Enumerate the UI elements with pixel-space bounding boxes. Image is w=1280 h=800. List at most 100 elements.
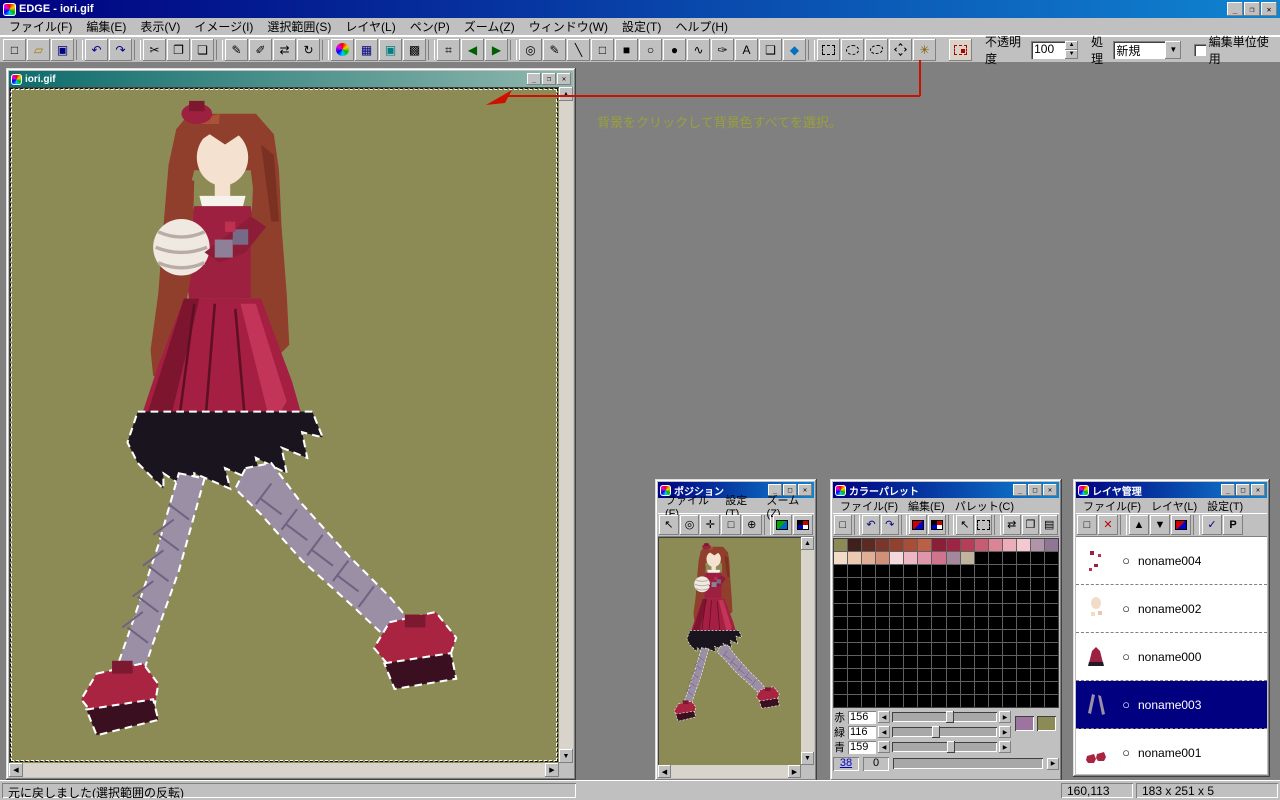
paste-button[interactable]: ❏ xyxy=(191,39,214,61)
select-rect-tool-button[interactable] xyxy=(817,39,840,61)
palette-cell[interactable] xyxy=(989,604,1002,616)
palette-cell[interactable] xyxy=(904,591,917,603)
undo-button[interactable]: ↶ xyxy=(85,39,108,61)
palette-cell[interactable] xyxy=(862,695,875,707)
palette-cell[interactable] xyxy=(918,552,931,564)
palette-cell[interactable] xyxy=(834,591,847,603)
palette-cell[interactable] xyxy=(848,617,861,629)
palette-cell[interactable] xyxy=(961,656,974,668)
palette-cell[interactable] xyxy=(989,630,1002,642)
palette-cell[interactable] xyxy=(904,669,917,681)
palette-cell[interactable] xyxy=(890,682,903,694)
zoom-tool-button[interactable]: ◎ xyxy=(519,39,542,61)
palette-cell[interactable] xyxy=(876,604,889,616)
layer-radio[interactable]: ○ xyxy=(1118,745,1134,760)
menu-item-2[interactable]: パレット(C) xyxy=(950,498,1019,514)
layer-minimize-button[interactable]: _ xyxy=(1221,484,1235,496)
dropper-tool-button[interactable]: ✑ xyxy=(711,39,734,61)
background-color-swatch[interactable] xyxy=(1037,716,1056,731)
rotate-button[interactable]: ↻ xyxy=(297,39,320,61)
palette-cell[interactable] xyxy=(834,539,847,551)
position-vertical-scrollbar[interactable]: ▲ ▼ xyxy=(801,537,814,765)
palette-cell[interactable] xyxy=(834,643,847,655)
palette-cell[interactable] xyxy=(1031,656,1044,668)
restore-button[interactable]: ❐ xyxy=(1244,2,1260,16)
palette-cell[interactable] xyxy=(1003,695,1016,707)
canvas-horizontal-scrollbar[interactable]: ◀ ▶ xyxy=(9,763,559,777)
palette-cell[interactable] xyxy=(834,669,847,681)
canvas-restore-button[interactable]: ❐ xyxy=(542,73,556,85)
palette-cell[interactable] xyxy=(932,682,945,694)
palette-cell[interactable] xyxy=(975,578,988,590)
palette-cell[interactable] xyxy=(932,630,945,642)
text-tool-button[interactable]: A xyxy=(735,39,758,61)
palette-cell[interactable] xyxy=(1017,695,1030,707)
palette-cell[interactable] xyxy=(961,630,974,642)
open-file-button[interactable]: ▱ xyxy=(27,39,50,61)
palette-cell[interactable] xyxy=(848,630,861,642)
palette-cell[interactable] xyxy=(1045,578,1058,590)
palette-cell[interactable] xyxy=(989,695,1002,707)
palette-cell[interactable] xyxy=(848,539,861,551)
layer-radio[interactable]: ○ xyxy=(1118,649,1134,664)
menu-item-3[interactable]: イメージ(I) xyxy=(187,17,260,36)
palette-cell[interactable] xyxy=(1003,617,1016,629)
new-file-button[interactable]: □ xyxy=(3,39,26,61)
position-preview[interactable] xyxy=(658,537,801,765)
palette-cell[interactable] xyxy=(1017,539,1030,551)
palette-cell[interactable] xyxy=(1045,565,1058,577)
palette-index-next-button[interactable]: ▶ xyxy=(1047,758,1059,770)
rgb-decrease-button[interactable]: ◀ xyxy=(878,711,890,723)
palette-cell[interactable] xyxy=(975,604,988,616)
layer-radio[interactable]: ○ xyxy=(1118,553,1134,568)
select-lasso-tool-button[interactable] xyxy=(865,39,888,61)
palette-cell[interactable] xyxy=(918,539,931,551)
scroll-left-button[interactable]: ◀ xyxy=(9,763,23,777)
line-tool-button[interactable]: ╲ xyxy=(567,39,590,61)
palette-copy-button[interactable]: ❐ xyxy=(1022,515,1040,535)
palette-cell[interactable] xyxy=(890,578,903,590)
palette-cell[interactable] xyxy=(918,617,931,629)
palette-cell[interactable] xyxy=(890,552,903,564)
layer-radio[interactable]: ○ xyxy=(1118,601,1134,616)
layer-new-button[interactable]: □ xyxy=(1077,515,1097,535)
layer-window-titlebar[interactable]: レイヤ管理 _ □ ✕ xyxy=(1076,482,1267,498)
palette-cell[interactable] xyxy=(1045,656,1058,668)
palette-cell[interactable] xyxy=(1017,617,1030,629)
palette-cell[interactable] xyxy=(932,539,945,551)
palette-cell[interactable] xyxy=(862,539,875,551)
palette-cell[interactable] xyxy=(834,565,847,577)
palette-cell[interactable] xyxy=(1017,656,1030,668)
palette-index-value[interactable]: 38 xyxy=(833,757,859,771)
menu-item-10[interactable]: ヘルプ(H) xyxy=(668,17,735,36)
menu-item-1[interactable]: レイヤ(L) xyxy=(1146,498,1202,514)
layer-merge-button[interactable] xyxy=(1171,515,1191,535)
page-next-button[interactable]: ▶ xyxy=(485,39,508,61)
palette-cell[interactable] xyxy=(876,669,889,681)
palette-cell[interactable] xyxy=(1003,591,1016,603)
palette-cell[interactable] xyxy=(947,591,960,603)
palette-cell[interactable] xyxy=(1045,617,1058,629)
palette-cell[interactable] xyxy=(1017,643,1030,655)
palette-cell[interactable] xyxy=(1003,552,1016,564)
menu-item-1[interactable]: 編集(E) xyxy=(903,498,950,514)
palette-cell[interactable] xyxy=(862,552,875,564)
palette-cell[interactable] xyxy=(989,578,1002,590)
palette-cell[interactable] xyxy=(1045,669,1058,681)
layer-protect-button[interactable]: P xyxy=(1223,515,1243,535)
palette-cell[interactable] xyxy=(947,669,960,681)
position-horizontal-scrollbar[interactable]: ◀ ▶ xyxy=(658,765,801,778)
layer-radio[interactable]: ○ xyxy=(1118,697,1134,712)
palette-undo-button[interactable]: ↶ xyxy=(862,515,880,535)
palette-cell[interactable] xyxy=(1031,617,1044,629)
palette-cell[interactable] xyxy=(890,565,903,577)
palette-cell[interactable] xyxy=(848,656,861,668)
palette-maximize-button[interactable]: □ xyxy=(1028,484,1042,496)
palette-cell[interactable] xyxy=(834,682,847,694)
layer-up-button[interactable]: ▲ xyxy=(1129,515,1149,535)
palette-cell[interactable] xyxy=(862,643,875,655)
palette-cell[interactable] xyxy=(1003,669,1016,681)
palette-cell[interactable] xyxy=(1017,604,1030,616)
scroll-track[interactable] xyxy=(801,550,814,752)
position-hand-button[interactable]: ✛ xyxy=(700,515,720,535)
